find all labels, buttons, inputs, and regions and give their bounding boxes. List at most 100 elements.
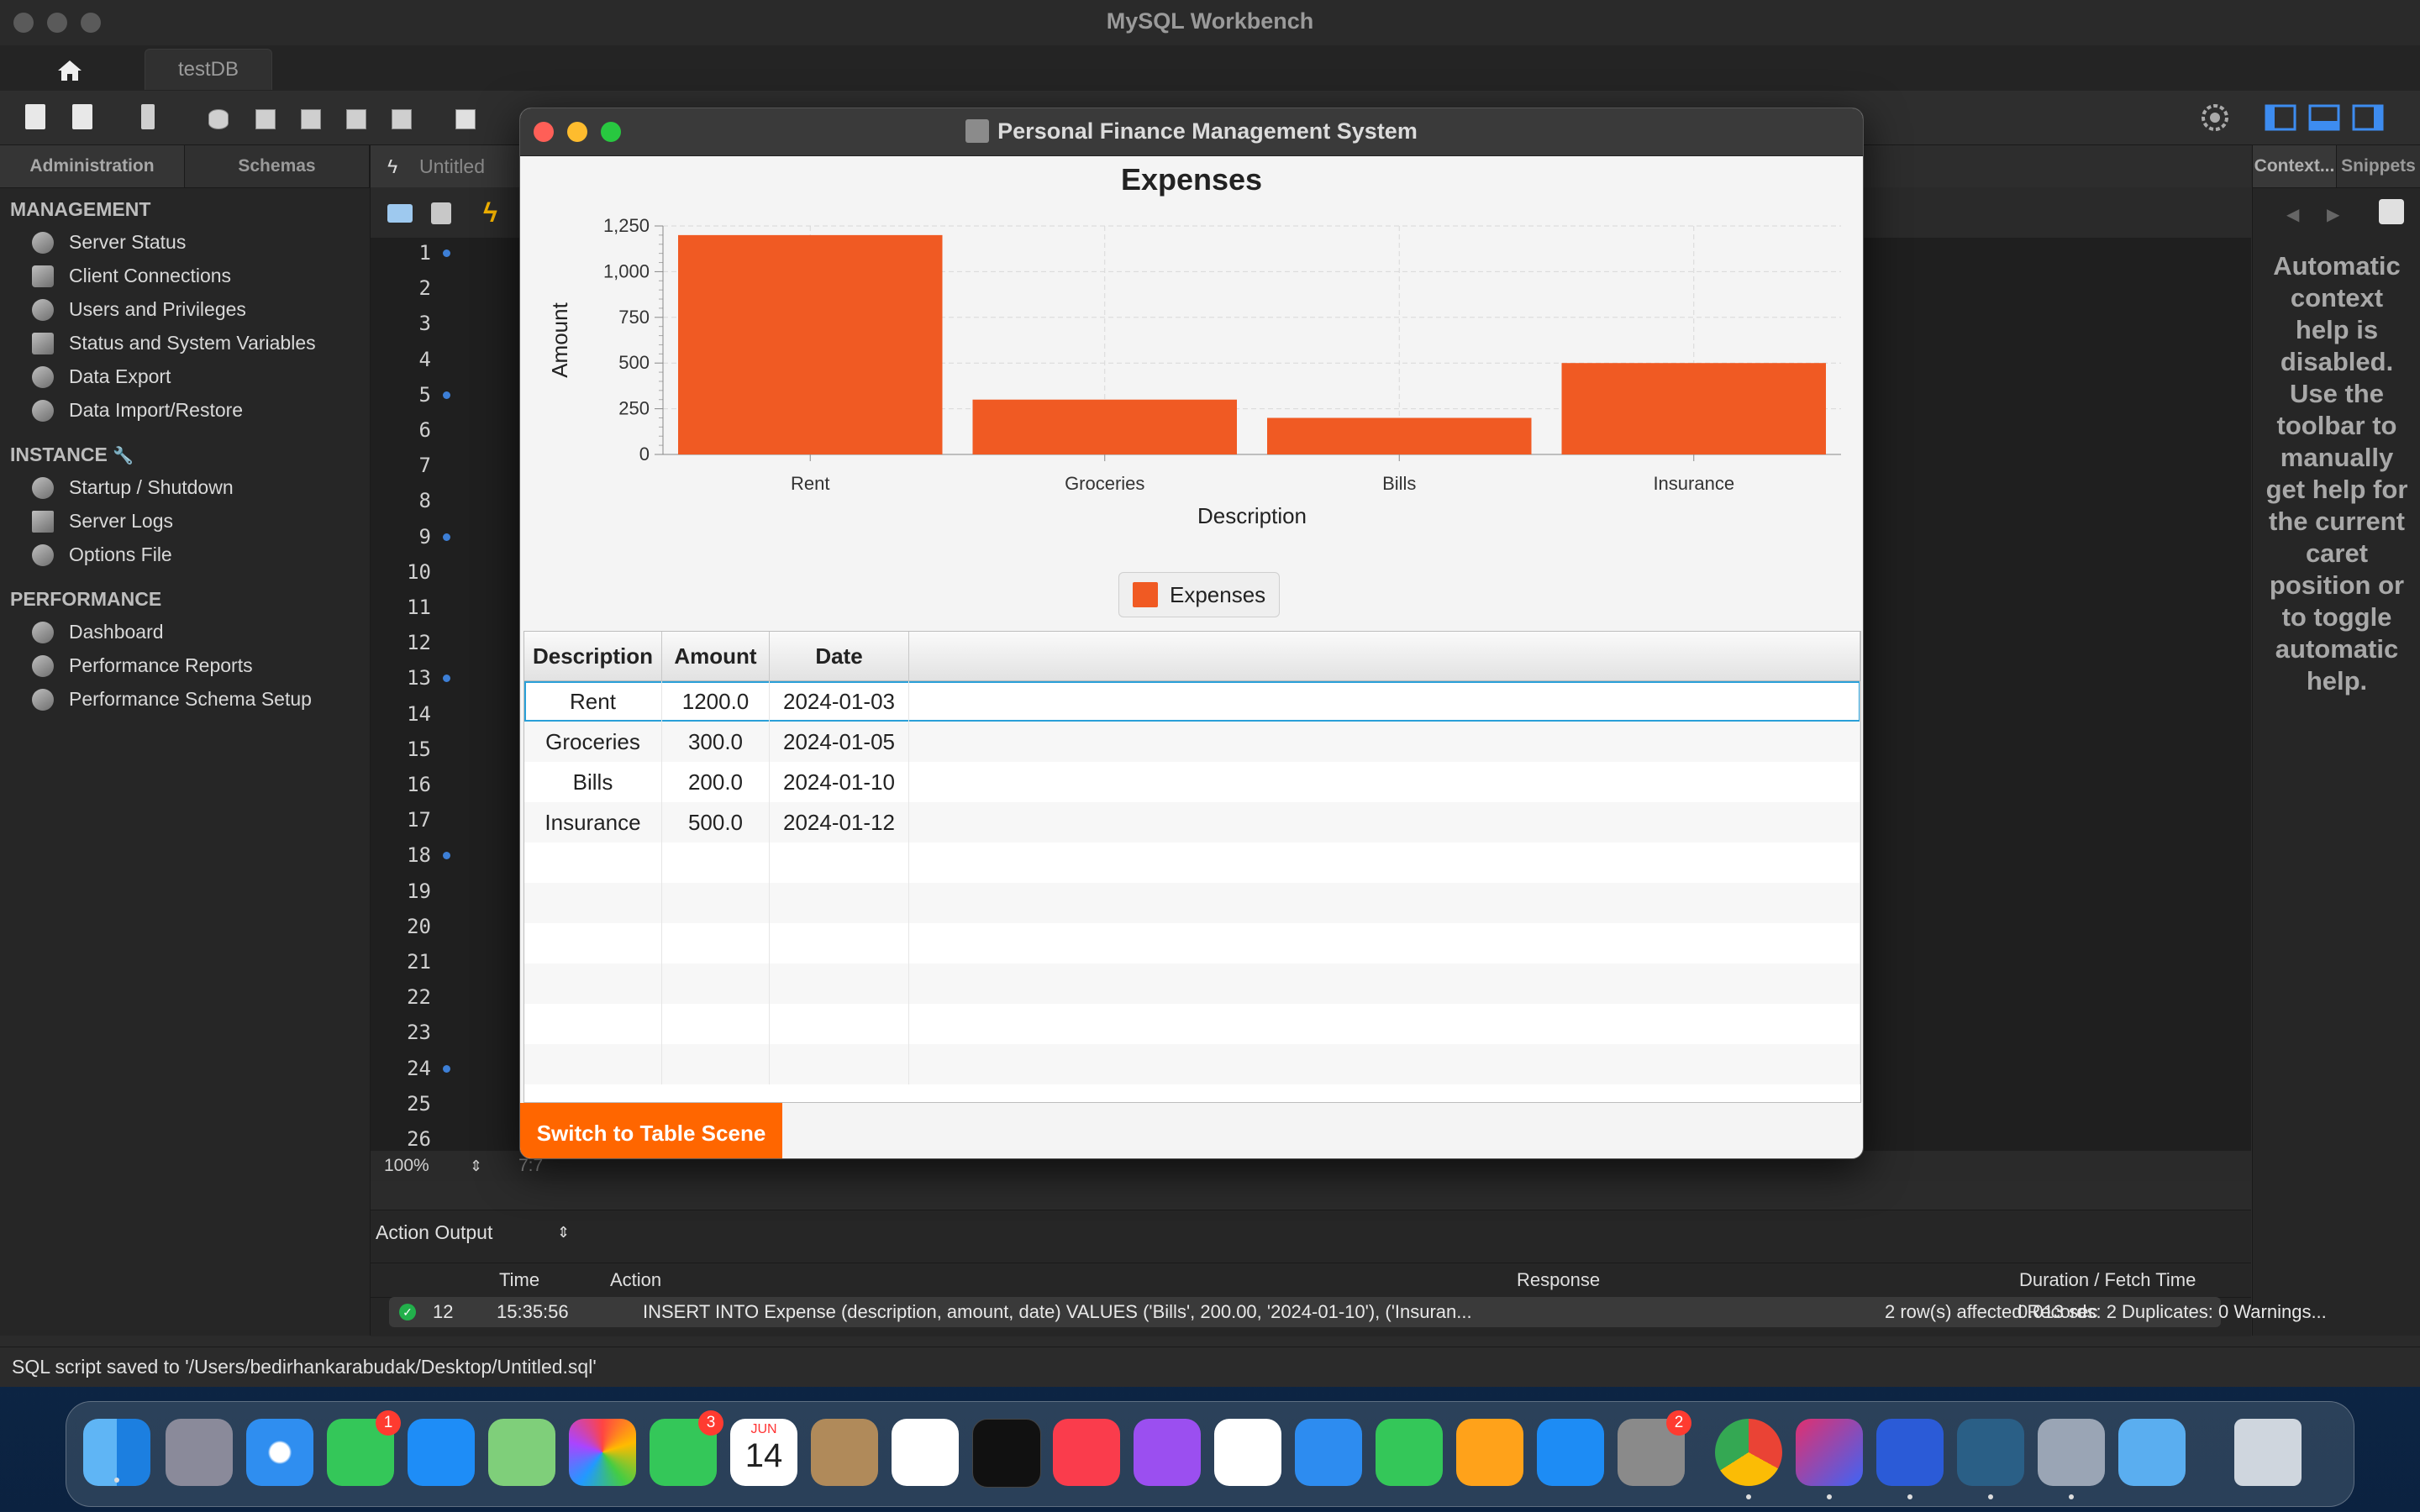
sidebar-item-client-connections[interactable]: Client Connections: [0, 259, 370, 292]
execute-icon[interactable]: ϟ: [483, 197, 497, 228]
save-icon[interactable]: [431, 202, 451, 224]
x-tick-label: Rent: [791, 473, 829, 494]
sidebar-item-users-privileges[interactable]: Users and Privileges: [0, 292, 370, 326]
tab-snippets[interactable]: Snippets: [2337, 145, 2420, 187]
photos-icon[interactable]: [569, 1419, 636, 1486]
calendar-icon[interactable]: JUN 14: [730, 1419, 797, 1486]
x-tick-label: Bills: [1382, 473, 1416, 494]
table-row[interactable]: Insurance 500.0 2024-01-12: [524, 802, 1860, 843]
line-number: 24: [407, 1056, 431, 1080]
maps-icon[interactable]: [488, 1419, 555, 1486]
context-help-text: Automatic context help is disabled. Use …: [2265, 251, 2408, 696]
tab-administration[interactable]: Administration: [0, 145, 185, 187]
help-back-icon[interactable]: ◀: [2286, 204, 2299, 225]
connection-tab-testdb[interactable]: testDB: [145, 49, 272, 90]
zoom-stepper-icon[interactable]: ⇕: [470, 1151, 482, 1181]
java-app-icon[interactable]: [2038, 1419, 2105, 1499]
news-icon[interactable]: [1214, 1419, 1281, 1486]
toggle-output-icon[interactable]: [2307, 101, 2341, 134]
tab-context-help[interactable]: Context...: [2253, 145, 2337, 187]
contacts-icon[interactable]: [811, 1419, 878, 1486]
empty-table-row: [524, 883, 1860, 923]
sidebar-item-startup-shutdown[interactable]: Startup / Shutdown: [0, 470, 370, 504]
create-function-icon[interactable]: [380, 101, 413, 134]
word-icon[interactable]: [1876, 1419, 1944, 1499]
finder-icon[interactable]: [83, 1419, 150, 1486]
table-cell: [524, 1044, 662, 1084]
output-row[interactable]: ✓ 12 15:35:56 INSERT INTO Expense (descr…: [389, 1297, 2327, 1327]
podcasts-icon[interactable]: [1134, 1419, 1201, 1486]
mail-icon[interactable]: [408, 1419, 475, 1486]
safari-icon[interactable]: [246, 1419, 313, 1486]
tab-schemas[interactable]: Schemas: [185, 145, 370, 187]
open-folder-icon[interactable]: [387, 204, 413, 223]
column-header-amount[interactable]: Amount: [662, 632, 770, 680]
col-time[interactable]: Time: [499, 1263, 539, 1297]
sidebar-item-server-status[interactable]: Server Status: [0, 225, 370, 259]
downloads-folder-icon[interactable]: [2118, 1419, 2186, 1486]
zoom-level[interactable]: 100%: [384, 1151, 429, 1181]
home-tab[interactable]: [34, 54, 106, 87]
inspector-icon[interactable]: [131, 101, 165, 134]
apple-tv-icon[interactable]: [972, 1419, 1041, 1488]
empty-table-row: [524, 843, 1860, 883]
search-table-data-icon[interactable]: [444, 101, 477, 134]
table-cell: [770, 923, 909, 963]
sidebar-item-data-export[interactable]: Data Export: [0, 360, 370, 393]
music-icon[interactable]: [1053, 1419, 1120, 1486]
new-sql-tab-icon[interactable]: [20, 101, 54, 134]
chrome-icon[interactable]: [1715, 1419, 1782, 1499]
open-sql-script-icon[interactable]: [67, 101, 101, 134]
output-mode-selector[interactable]: Action Output ⇕: [371, 1210, 2251, 1254]
status-message: SQL script saved to '/Users/bedirhankara…: [12, 1356, 597, 1378]
table-cell: [524, 963, 662, 1004]
col-response[interactable]: Response: [1517, 1263, 1600, 1297]
trash-icon[interactable]: [2234, 1419, 2302, 1486]
numbers-icon[interactable]: [1376, 1419, 1443, 1486]
create-procedure-icon[interactable]: [334, 101, 368, 134]
toggle-right-panel-icon[interactable]: [2351, 101, 2385, 134]
app-store-icon[interactable]: [1537, 1419, 1604, 1486]
toggle-sidebar-icon[interactable]: [2264, 101, 2297, 134]
sidebar-item-status-variables[interactable]: Status and System Variables: [0, 326, 370, 360]
settings-gear-icon[interactable]: [2198, 101, 2232, 134]
table-cell: [909, 722, 1860, 762]
col-duration[interactable]: Duration / Fetch Time: [2019, 1263, 2196, 1297]
finance-dialog-window: Personal Finance Management System Expen…: [519, 108, 1864, 1159]
statement-marker: [443, 675, 450, 683]
launchpad-icon[interactable]: [166, 1419, 233, 1486]
column-header-date[interactable]: Date: [770, 632, 909, 680]
help-forward-icon[interactable]: ▶: [2327, 204, 2339, 225]
window-title: MySQL Workbench: [1106, 8, 1314, 34]
sidebar-item-performance-reports[interactable]: Performance Reports: [0, 648, 370, 682]
line-number: 12: [407, 631, 431, 655]
table-row[interactable]: Bills 200.0 2024-01-10: [524, 762, 1860, 802]
help-toggle-icon[interactable]: [2379, 199, 2404, 224]
tab-untitled[interactable]: ϟ Untitled: [371, 145, 522, 187]
table-cell: [770, 963, 909, 1004]
sidebar-item-server-logs[interactable]: Server Logs: [0, 504, 370, 538]
system-settings-icon[interactable]: 2: [1618, 1410, 1691, 1486]
switch-to-table-scene-button[interactable]: Switch to Table Scene: [520, 1103, 782, 1158]
mysql-workbench-icon[interactable]: [1957, 1419, 2024, 1499]
facetime-icon[interactable]: 3: [650, 1410, 723, 1486]
y-tick-label: 1,000: [603, 260, 650, 281]
column-header-description[interactable]: Description: [524, 632, 662, 680]
sidebar-item-data-import[interactable]: Data Import/Restore: [0, 393, 370, 427]
line-number: 5: [418, 382, 431, 407]
sidebar-item-performance-schema-setup[interactable]: Performance Schema Setup: [0, 682, 370, 716]
keynote-icon[interactable]: [1295, 1419, 1362, 1486]
messages-icon[interactable]: 1: [327, 1410, 401, 1486]
dock: 1 3 JUN 14 2: [66, 1401, 2354, 1507]
table-row[interactable]: Groceries 300.0 2024-01-05: [524, 722, 1860, 762]
reminders-icon[interactable]: [892, 1419, 959, 1486]
col-action[interactable]: Action: [610, 1263, 661, 1297]
create-schema-icon[interactable]: [197, 101, 230, 134]
sidebar-item-options-file[interactable]: Options File: [0, 538, 370, 571]
sidebar-item-dashboard[interactable]: Dashboard: [0, 615, 370, 648]
table-row[interactable]: Rent 1200.0 2024-01-03: [524, 681, 1860, 722]
create-view-icon[interactable]: [289, 101, 323, 134]
intellij-icon[interactable]: [1796, 1419, 1863, 1499]
pages-icon[interactable]: [1456, 1419, 1523, 1486]
create-table-icon[interactable]: [244, 101, 277, 134]
